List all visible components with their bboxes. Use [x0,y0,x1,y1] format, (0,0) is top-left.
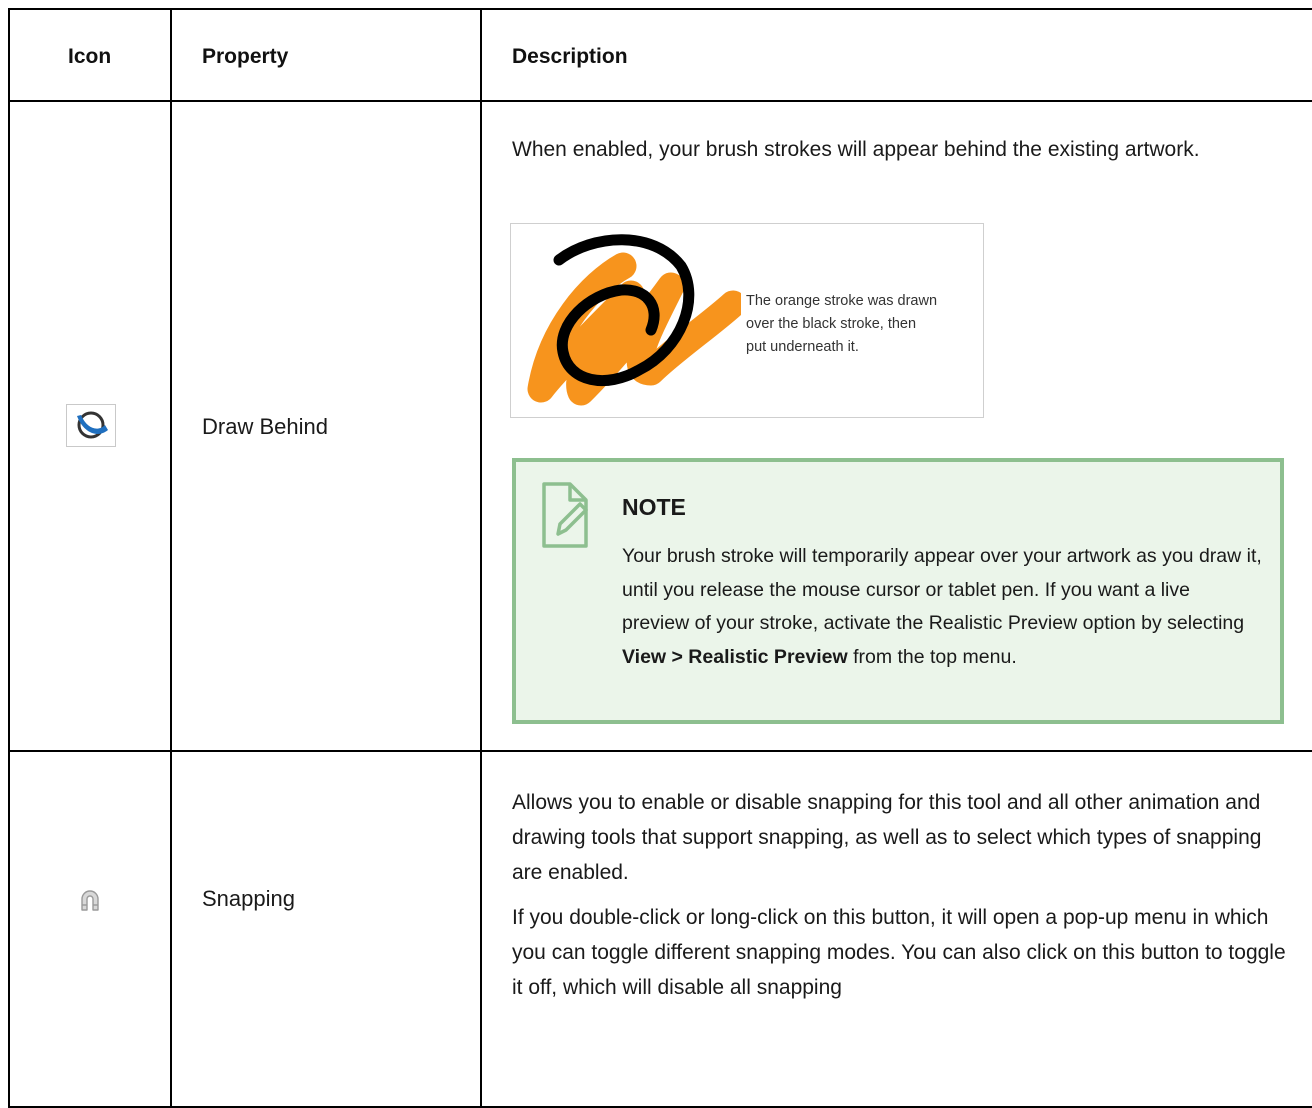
property-draw-behind: Draw Behind [202,414,328,439]
description-paragraph: Allows you to enable or disable snapping… [512,791,1262,884]
header-description: Description [512,45,628,68]
stroke-illustration [527,234,741,406]
note-text-part: Your brush stroke will temporarily appea… [622,545,1262,634]
description-snapping: Allows you to enable or disable snapping… [512,785,1292,1005]
note-title: NOTE [622,494,686,520]
draw-behind-example-image: The orange stroke was drawn over the bla… [510,223,984,418]
header-property: Property [202,45,289,68]
note-box: NOTE Your brush stroke will temporarily … [512,458,1284,724]
caption-line: put underneath it. [746,339,859,355]
note-icon [542,482,588,548]
row-divider [10,750,1312,752]
description-draw-behind: When enabled, your brush strokes will ap… [512,138,1200,161]
magnet-icon [78,888,102,917]
description-paragraph: If you double-click or long-click on thi… [512,906,1286,999]
caption-line: over the black stroke, then [746,316,917,332]
property-snapping: Snapping [202,886,295,911]
properties-table: Icon Property Description Draw Behind Wh… [8,8,1312,1108]
column-divider [480,10,482,1106]
note-text-part: from the top menu. [847,645,1017,668]
header-icon: Icon [68,45,112,68]
header-divider [10,100,1312,102]
figure-caption: The orange stroke was drawn over the bla… [746,290,976,359]
column-divider [170,10,172,1106]
note-menu-path: View > Realistic Preview [622,645,848,668]
caption-line: The orange stroke was drawn [746,293,938,309]
draw-behind-icon [66,404,116,447]
note-text: Your brush stroke will temporarily appea… [622,540,1262,674]
